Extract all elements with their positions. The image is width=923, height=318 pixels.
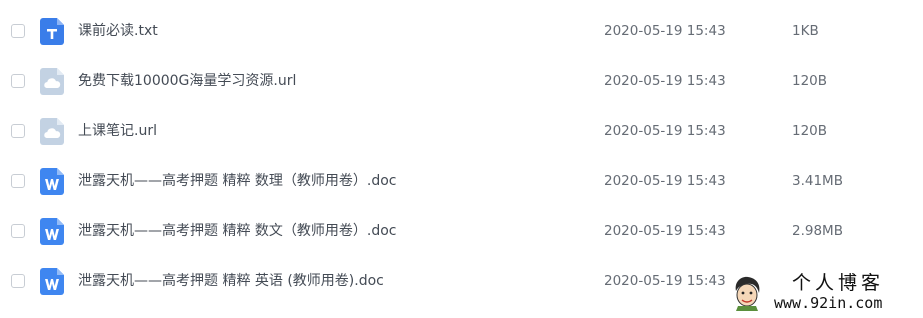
file-size: 1KB [792, 23, 819, 39]
file-name[interactable]: 上课笔记.url [78, 122, 157, 140]
file-name[interactable]: 课前必读.txt [78, 22, 158, 40]
watermark-title: 个人博客 [792, 272, 885, 294]
file-size: 120B [792, 73, 828, 89]
row-checkbox[interactable] [11, 124, 25, 138]
file-date: 2020-05-19 15:43 [604, 223, 726, 239]
file-date: 2020-05-19 15:43 [604, 23, 726, 39]
row-checkbox[interactable] [11, 274, 25, 288]
file-date: 2020-05-19 15:43 [604, 123, 726, 139]
word-file-icon [40, 168, 64, 195]
file-row[interactable]: 泄露天机——高考押题 精粹 数理（教师用卷）.doc 2020-05-19 15… [0, 157, 923, 207]
file-name[interactable]: 泄露天机——高考押题 精粹 英语 (教师用卷).doc [78, 272, 384, 290]
file-name[interactable]: 免费下载10000G海量学习资源.url [78, 72, 296, 90]
cartoon-face-icon [735, 276, 760, 311]
file-name[interactable]: 泄露天机——高考押题 精粹 数理（教师用卷）.doc [78, 172, 397, 190]
row-checkbox[interactable] [11, 174, 25, 188]
file-row[interactable]: 免费下载10000G海量学习资源.url 2020-05-19 15:43 12… [0, 57, 923, 107]
row-checkbox[interactable] [11, 224, 25, 238]
url-file-icon [40, 68, 64, 95]
watermark-url: www.92in.com [774, 294, 883, 312]
file-row[interactable]: 课前必读.txt 2020-05-19 15:43 1KB [0, 7, 923, 57]
file-size: 3.41MB [792, 173, 843, 189]
blog-watermark: 个人博客 www.92in.com [726, 271, 916, 315]
file-row[interactable]: 上课笔记.url 2020-05-19 15:43 120B [0, 107, 923, 157]
file-date: 2020-05-19 15:43 [604, 73, 726, 89]
word-file-icon [40, 218, 64, 245]
file-name[interactable]: 泄露天机——高考押题 精粹 数文（教师用卷）.doc [78, 222, 397, 240]
file-size: 2.98MB [792, 223, 843, 239]
word-file-icon [40, 268, 64, 295]
file-row[interactable]: 泄露天机——高考押题 精粹 数文（教师用卷）.doc 2020-05-19 15… [0, 207, 923, 257]
file-date: 2020-05-19 15:43 [604, 173, 726, 189]
url-file-icon [40, 118, 64, 145]
row-checkbox[interactable] [11, 24, 25, 38]
file-size: 120B [792, 123, 828, 139]
txt-file-icon [40, 18, 64, 45]
file-list: 课前必读.txt 2020-05-19 15:43 1KB 免费下载10000G… [0, 0, 923, 318]
file-date: 2020-05-19 15:43 [604, 273, 726, 289]
row-checkbox[interactable] [11, 74, 25, 88]
